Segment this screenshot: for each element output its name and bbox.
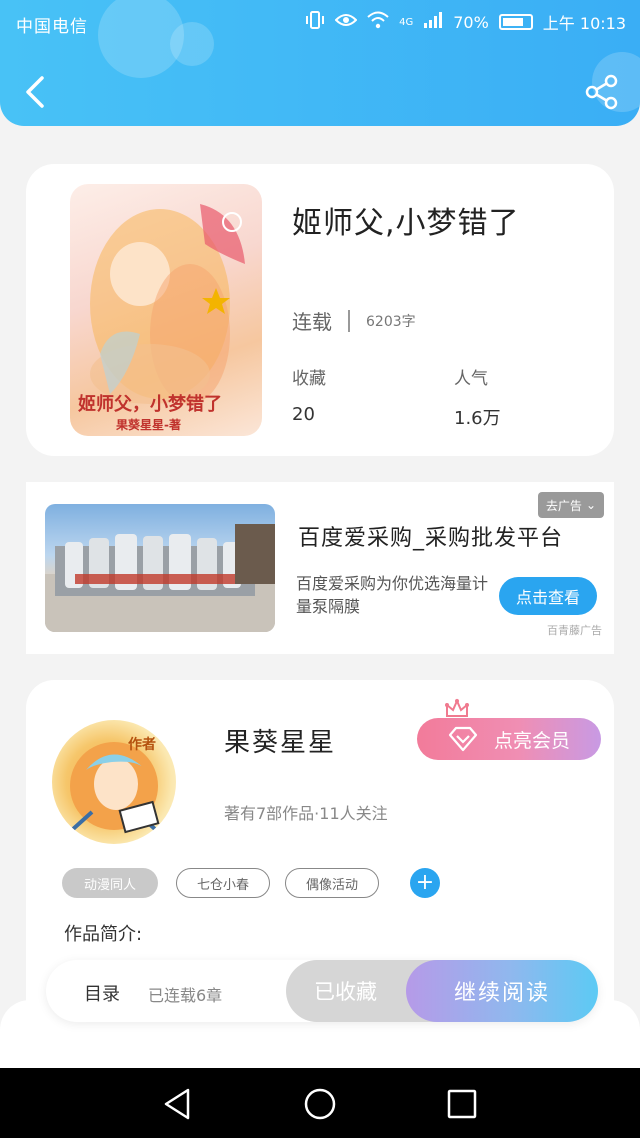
intro-label: 作品简介:	[64, 924, 143, 945]
serial-status: 连载	[292, 310, 332, 334]
cover-title: 姬师父，小梦错了	[78, 394, 222, 415]
diamond-icon	[448, 726, 478, 752]
eye-icon	[334, 12, 358, 32]
header: 中国电信 4G 70% 上午 10:13	[0, 0, 640, 126]
back-button[interactable]	[18, 70, 58, 114]
tag-item[interactable]: 偶像活动	[285, 868, 379, 898]
book-title: 姬师父,小梦错了	[292, 206, 520, 241]
ad-image	[45, 504, 275, 632]
action-bar: 目录 已连载6章 已收藏 继续阅读	[46, 960, 598, 1022]
vip-button[interactable]: 点亮会员	[417, 718, 601, 760]
signal-icon	[423, 11, 443, 33]
network-type-label: 4G	[399, 16, 414, 28]
battery-percent: 70%	[453, 12, 489, 32]
author-avatar[interactable]: 作者	[52, 720, 176, 844]
nav-back-button[interactable]	[160, 1086, 196, 1122]
battery-icon	[498, 14, 533, 30]
vip-button-label: 点亮会员	[493, 729, 570, 752]
remove-ad-label: 去广告	[545, 498, 582, 513]
clock: 上午 10:13	[542, 14, 626, 33]
popularity-value: 1.6万	[454, 408, 501, 429]
continue-reading-button[interactable]: 继续阅读	[406, 960, 598, 1022]
status-icons: 4G 70% 上午 10:13	[305, 10, 626, 34]
crown-icon	[445, 698, 469, 717]
ad-view-button[interactable]: 点击查看	[499, 577, 597, 615]
ad-description: 百度爱采购为你优选海量计量泵隔膜	[296, 574, 489, 616]
book-info-card: 姬师父，小梦错了 果葵星星-著 姬师父,小梦错了 连载 6203字 收藏 20 …	[26, 164, 614, 456]
share-button[interactable]	[582, 72, 622, 112]
toc-button[interactable]: 目录	[84, 980, 120, 1006]
ad-banner[interactable]: 去广告 ⌄ 百度爱采购_采购批发平台 百度爱采购为你优选海量计量泵隔膜 点击查看…	[26, 482, 614, 654]
avatar-badge: 作者	[128, 737, 156, 753]
triangle-back-icon	[164, 1088, 190, 1120]
author-name[interactable]: 果葵星星	[224, 722, 336, 759]
cover-author: 果葵星星-著	[116, 418, 181, 432]
nav-recents-button[interactable]	[444, 1086, 480, 1122]
remove-ad-button[interactable]: 去广告 ⌄	[537, 492, 604, 518]
status-bar: 中国电信 4G 70% 上午 10:13	[0, 0, 640, 46]
ad-title: 百度爱采购_采购批发平台	[298, 526, 564, 551]
square-recents-icon	[447, 1089, 477, 1119]
vibrate-icon	[305, 11, 325, 33]
book-cover[interactable]: 姬师父，小梦错了 果葵星星-著	[70, 184, 262, 436]
carrier-label: 中国电信	[16, 17, 88, 37]
add-tag-button[interactable]: +	[410, 868, 440, 898]
favorites-label: 收藏	[292, 369, 326, 389]
share-icon	[585, 74, 618, 110]
circle-home-icon	[304, 1088, 336, 1120]
wifi-icon	[367, 11, 389, 33]
collected-label: 已收藏	[314, 980, 377, 1004]
ad-source: 百青藤广告	[547, 624, 602, 637]
system-nav-bar	[0, 1068, 640, 1138]
chapter-count: 已连载6章	[148, 986, 223, 1005]
favorites-value: 20	[292, 404, 315, 425]
word-count: 6203字	[366, 313, 416, 330]
chevron-down-icon: ⌄	[585, 498, 596, 512]
author-meta: 著有7部作品·11人关注	[224, 804, 388, 823]
tag-item[interactable]: 七仓小春	[176, 868, 270, 898]
popularity-label: 人气	[454, 369, 488, 389]
chevron-left-icon	[26, 76, 44, 108]
serial-info: 连载 6203字	[292, 306, 416, 335]
tag-item[interactable]: 动漫同人	[62, 868, 158, 898]
divider	[348, 309, 350, 332]
nav-home-button[interactable]	[302, 1086, 338, 1122]
